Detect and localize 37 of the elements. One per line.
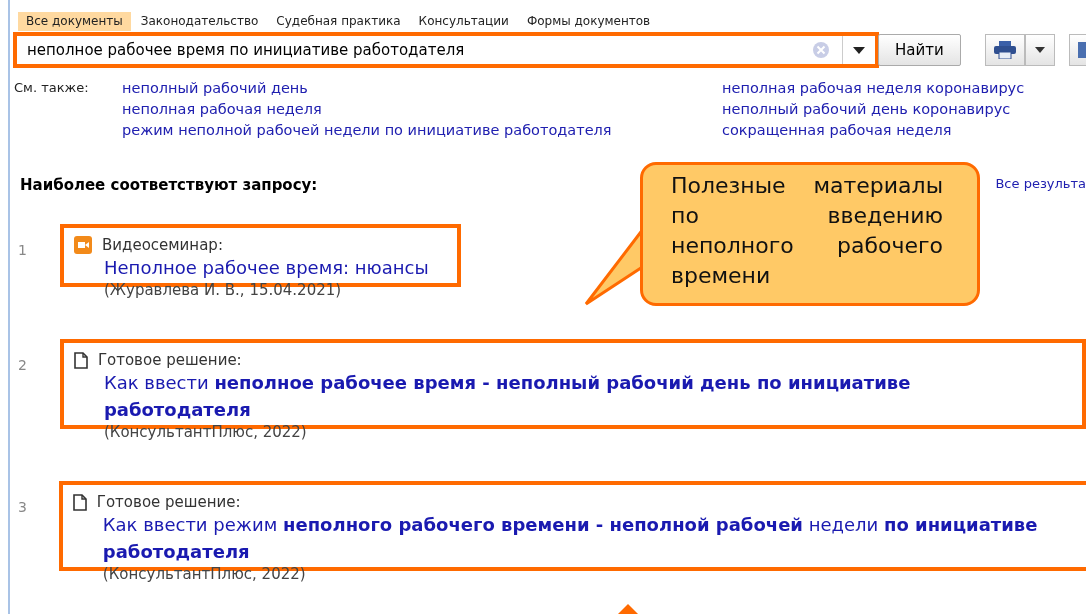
tab[interactable]: Консультации	[410, 12, 517, 31]
result-source: (КонсультантПлюс, 2022)	[102, 423, 308, 441]
related-query-link[interactable]: неполный рабочий день коронавирус	[722, 101, 1082, 117]
section-heading: Наиболее соответствуют запросу:	[20, 176, 318, 194]
related-query-link[interactable]: неполная рабочая неделя коронавирус	[722, 80, 1082, 96]
result-source: (КонсультантПлюс, 2022)	[101, 565, 307, 583]
print-button[interactable]	[984, 34, 1025, 66]
search-field[interactable]: неполное рабочее время по инициативе работодателя	[16, 35, 876, 65]
caret-icon	[1034, 47, 1045, 53]
all-results-link[interactable]: Все результа	[995, 176, 1086, 194]
result-number: 1	[18, 241, 28, 260]
result-type: Видеосеминар:	[102, 236, 223, 254]
result-number: 3	[18, 498, 28, 517]
result-number: 2	[18, 356, 28, 375]
result-title-link[interactable]: Неполное рабочее время: нюансы	[74, 254, 429, 281]
result-title-link[interactable]: Как ввести неполное рабочее время - неполный рабочий день по инициативе работодателя	[73, 369, 1054, 423]
marker-icon	[618, 604, 638, 614]
result-type: Готовое решение:	[96, 493, 241, 511]
video-camera-icon	[74, 236, 92, 254]
related-query-link[interactable]: неполный рабочий день	[122, 80, 722, 96]
tab[interactable]: Судебная практика	[268, 12, 409, 31]
related-query-link[interactable]: режим неполной рабочей недели по инициативе работодателя	[122, 122, 722, 138]
document-icon	[72, 493, 87, 511]
tab[interactable]: Все документы	[18, 12, 131, 31]
caret-icon	[853, 46, 865, 54]
see-also-label: См. также:	[14, 80, 90, 96]
print-menu-button[interactable]	[1024, 34, 1055, 66]
result-source: (Журавлева И. В., 15.04.2021)	[103, 281, 343, 299]
printer-icon	[993, 41, 1016, 59]
tab[interactable]: Законодательство	[132, 12, 267, 31]
related-query-link[interactable]: сокращенная рабочая неделя	[722, 122, 1082, 138]
document-icon	[73, 351, 88, 369]
result-type: Готовое решение:	[97, 351, 242, 369]
tab[interactable]: Формы документов	[518, 12, 659, 31]
result-title-link[interactable]: Как ввести режим неполного рабочего времени - неполной рабочей недели по инициативе работодателя	[72, 511, 1086, 565]
related-query-link[interactable]: неполная рабочая неделя	[122, 101, 722, 117]
search-button[interactable]: Найти	[878, 34, 961, 66]
